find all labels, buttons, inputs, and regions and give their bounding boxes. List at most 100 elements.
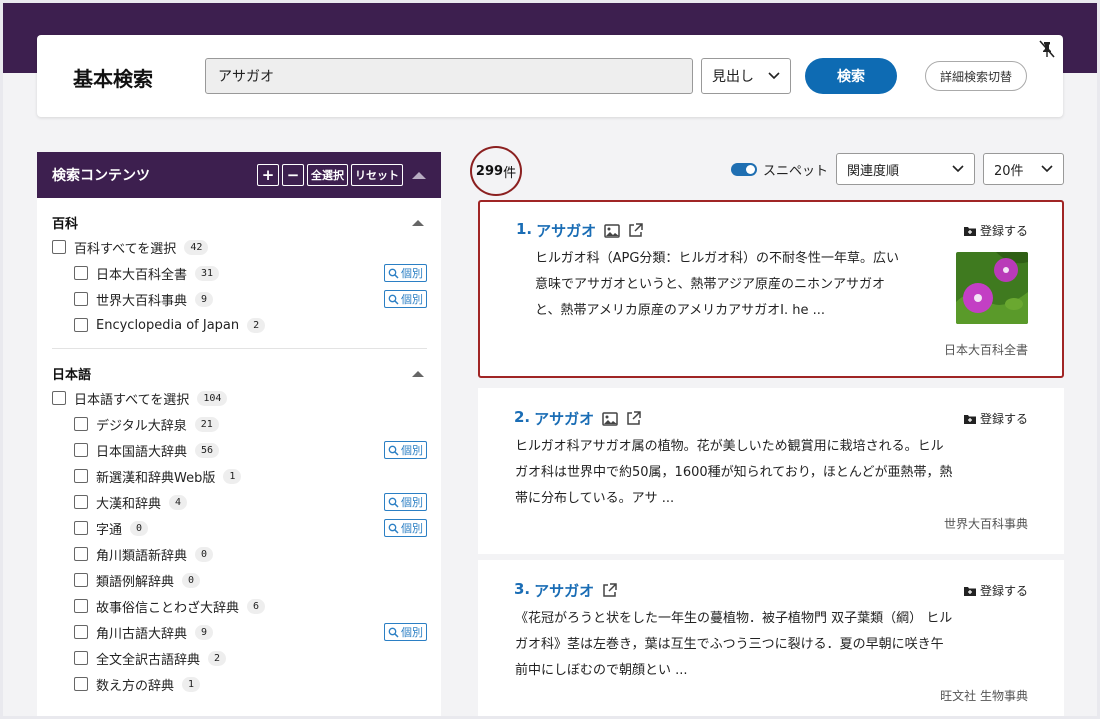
zoom-search-icon [388, 523, 399, 534]
collapse-group-icon[interactable] [411, 369, 425, 378]
individual-search-button[interactable]: 個別 [384, 623, 427, 641]
per-page-select[interactable]: 20件 [983, 153, 1064, 185]
checkbox[interactable] [74, 599, 88, 613]
checkbox[interactable] [74, 495, 88, 509]
content-item[interactable]: 全文全訳古語辞典 2 [52, 645, 427, 671]
collapse-all-button[interactable]: − [282, 164, 304, 186]
zoom-search-icon [388, 268, 399, 279]
individual-search-button[interactable]: 個別 [384, 441, 427, 459]
content-item[interactable]: 日本国語大辞典 56 個別 [52, 437, 427, 463]
individual-search-button[interactable]: 個別 [384, 493, 427, 511]
content-item[interactable]: 世界大百科事典 9 個別 [52, 286, 427, 312]
group-japanese: 日本語 日本語すべてを選択 104 デジタル大辞泉 21 日本国語大辞典 56 [37, 361, 441, 697]
snippet-toggle[interactable] [731, 162, 757, 176]
result-item: 1. アサガオ 登録する ヒルガオ科（APG分類：ヒルガオ科）の不耐冬性一年草。… [478, 200, 1064, 378]
image-icon [604, 223, 620, 238]
reset-button[interactable]: リセット [351, 164, 403, 186]
result-item: 2. アサガオ 登録する ヒルガオ科アサガオ属の植物。花が美しいため観賞用に栽培… [478, 388, 1064, 554]
count-badge: 104 [197, 390, 228, 406]
checkbox[interactable] [74, 266, 88, 280]
external-link-icon[interactable] [602, 583, 617, 598]
result-title-link[interactable]: 2. アサガオ [514, 408, 594, 429]
count-badge: 1 [223, 468, 242, 484]
content-item[interactable]: 字通 0 個別 [52, 515, 427, 541]
search-contents-header: 検索コンテンツ + − 全選択 リセット [37, 152, 441, 198]
result-title-link[interactable]: 1. アサガオ [516, 220, 596, 241]
zoom-search-icon [388, 627, 399, 638]
zoom-search-icon [388, 294, 399, 305]
external-link-icon[interactable] [626, 411, 641, 426]
select-all-row[interactable]: 日本語すべてを選択 104 [52, 385, 427, 411]
individual-search-button[interactable]: 個別 [384, 264, 427, 282]
count-badge: 9 [195, 624, 214, 640]
group-divider [52, 348, 427, 349]
result-title-link[interactable]: 3. アサガオ [514, 580, 594, 601]
content-item[interactable]: 故事俗信ことわざ大辞典 6 [52, 593, 427, 619]
checkbox[interactable] [74, 292, 88, 306]
checkbox[interactable] [74, 417, 88, 431]
count-badge: 56 [195, 442, 220, 458]
folder-add-icon [963, 586, 976, 596]
search-contents-title: 検索コンテンツ [52, 168, 150, 184]
zoom-search-icon [388, 445, 399, 456]
checkbox[interactable] [52, 240, 66, 254]
result-snippet: 《花冠がろうと状をした一年生の蔓植物．被子植物門 双子葉類（綱） ヒル ガオ科》… [515, 611, 953, 678]
collapse-panel-icon[interactable] [411, 170, 427, 180]
checkbox[interactable] [52, 391, 66, 405]
count-badge: 0 [130, 520, 149, 536]
content-item[interactable]: 大漢和辞典 4 個別 [52, 489, 427, 515]
content-item[interactable]: 類語例解辞典 0 [52, 567, 427, 593]
individual-search-button[interactable]: 個別 [384, 519, 427, 537]
zoom-search-icon [388, 497, 399, 508]
checkbox[interactable] [74, 651, 88, 665]
app-frame: 基本検索 見出し 検索 詳細検索切替 検索コンテンツ + − 全選択 リセ [3, 3, 1097, 716]
checkbox[interactable] [74, 521, 88, 535]
sort-select[interactable]: 関連度順 [836, 153, 975, 185]
count-badge: 0 [182, 572, 201, 588]
content-item[interactable]: デジタル大辞泉 21 [52, 411, 427, 437]
register-button[interactable]: 登録する [963, 582, 1028, 599]
search-card: 基本検索 見出し 検索 詳細検索切替 [37, 35, 1063, 117]
count-badge: 42 [184, 239, 209, 255]
content-item[interactable]: 角川古語大辞典 9 個別 [52, 619, 427, 645]
chevron-down-icon [952, 165, 964, 173]
content-item[interactable]: 新選漢和辞典Web版 1 [52, 463, 427, 489]
checkbox[interactable] [74, 443, 88, 457]
external-link-icon[interactable] [628, 223, 643, 238]
content-item[interactable]: 日本大百科全書 31 個別 [52, 260, 427, 286]
checkbox[interactable] [74, 625, 88, 639]
field-select-value: 見出し [712, 69, 754, 85]
select-all-button[interactable]: 全選択 [307, 164, 348, 186]
chevron-down-icon [768, 72, 780, 80]
result-source: 世界大百科事典 [943, 517, 1028, 531]
unpin-icon[interactable] [1037, 39, 1057, 63]
register-button[interactable]: 登録する [963, 222, 1028, 239]
count-badge: 21 [194, 416, 219, 432]
expand-all-button[interactable]: + [257, 164, 279, 186]
checkbox[interactable] [74, 573, 88, 587]
search-input[interactable] [205, 58, 693, 94]
select-all-row[interactable]: 百科すべてを選択 42 [52, 234, 427, 260]
advanced-search-toggle-button[interactable]: 詳細検索切替 [925, 61, 1027, 91]
search-button[interactable]: 検索 [805, 58, 897, 94]
checkbox[interactable] [74, 469, 88, 483]
content-item[interactable]: Encyclopedia of Japan 2 [52, 312, 427, 338]
content-item[interactable]: 角川類語新辞典 0 [52, 541, 427, 567]
count-badge: 1 [182, 676, 201, 692]
result-item: 3. アサガオ 登録する 《花冠がろうと状をした一年生の蔓植物．被子植物門 双子… [478, 560, 1064, 716]
count-badge: 4 [169, 494, 188, 510]
group-title: 日本語 [52, 367, 92, 383]
content-item[interactable]: 数え方の辞典 1 [52, 671, 427, 697]
checkbox[interactable] [74, 318, 88, 332]
snippet-label: スニペット [763, 163, 829, 179]
individual-search-button[interactable]: 個別 [384, 290, 427, 308]
collapse-group-icon[interactable] [411, 218, 425, 227]
result-source: 日本大百科全書 [943, 343, 1028, 357]
field-select[interactable]: 見出し [701, 58, 791, 94]
morning-glory-thumbnail[interactable] [956, 252, 1028, 324]
count-badge: 2 [247, 317, 266, 333]
checkbox[interactable] [74, 547, 88, 561]
checkbox[interactable] [74, 677, 88, 691]
count-badge: 0 [195, 546, 214, 562]
register-button[interactable]: 登録する [963, 410, 1028, 427]
